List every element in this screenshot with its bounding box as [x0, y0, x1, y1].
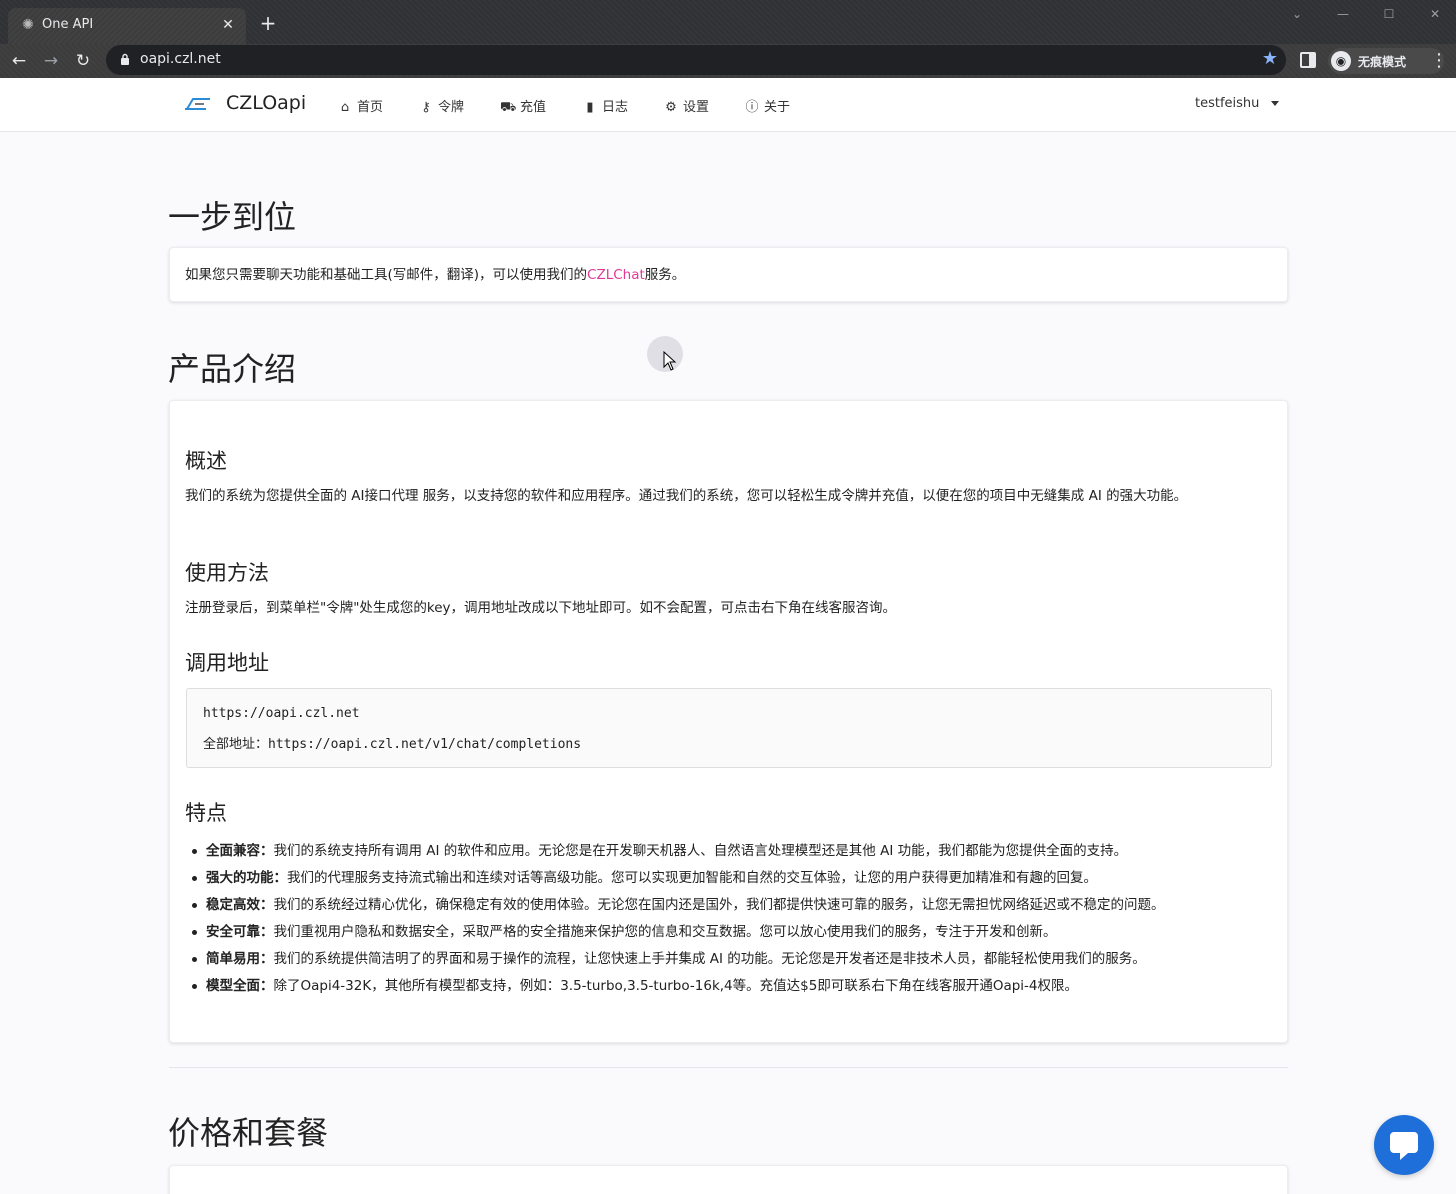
nav-settings[interactable]: ⚙ 设置	[663, 96, 709, 115]
incognito-indicator[interactable]: ◉ 无痕模式	[1328, 48, 1444, 74]
czlchat-link[interactable]: CZLChat	[587, 267, 645, 283]
nav-home[interactable]: ⌂ 首页	[337, 96, 383, 115]
address-code-block: https://oapi.czl.net 全部地址：https://oapi.c…	[186, 688, 1272, 768]
intro-card: 概述 我们的系统为您提供全面的 AI接口代理 服务，以支持您的软件和应用程序。通…	[169, 400, 1288, 1043]
feature-item: 安全可靠：我们重视用户隐私和数据安全，采取严格的安全措施来保护您的信息和交互数据…	[192, 919, 1272, 946]
live-chat-button[interactable]	[1374, 1115, 1434, 1175]
quick-text: 如果您只需要聊天功能和基础工具(写邮件，翻译)，可以使用我们的CZLChat服务…	[185, 267, 686, 283]
nav-topup[interactable]: ⛟ 充值	[500, 96, 546, 117]
nav-tokens[interactable]: ⚷ 令牌	[418, 96, 464, 115]
site-navbar: CZLOapi ⌂ 首页 ⚷ 令牌 ⛟ 充值 ▮ 日志 ⚙ 设置 ⓘ 关于 testfeis…	[0, 78, 1456, 132]
new-tab-button[interactable]: +	[256, 12, 280, 36]
quick-card: 如果您只需要聊天功能和基础工具(写邮件，翻译)，可以使用我们的CZLChat服务…	[169, 247, 1288, 302]
nav-about[interactable]: ⓘ 关于	[744, 96, 790, 115]
browser-toolbar: ← → ↻ oapi.czl.net ★ ◉ 无痕模式 ⋮	[0, 44, 1456, 78]
address-line-full: 全部地址：https://oapi.czl.net/v1/chat/comple…	[203, 737, 582, 752]
book-icon: ▮	[586, 100, 594, 115]
browser-chrome: ✺ One API ✕ + ⌄ — ☐ ✕ ← → ↻ oapi.czl.net…	[0, 0, 1456, 78]
side-panel-icon[interactable]	[1300, 52, 1316, 68]
overview-text: 我们的系统为您提供全面的 AI接口代理 服务，以支持您的软件和应用程序。通过我们…	[185, 488, 1188, 504]
forward-button[interactable]: →	[38, 48, 64, 74]
features-list: 全面兼容：我们的系统支持所有调用 AI 的软件和应用。无论您是在开发聊天机器人、…	[192, 838, 1272, 1000]
feature-item: 全面兼容：我们的系统支持所有调用 AI 的软件和应用。无论您是在开发聊天机器人、…	[192, 838, 1272, 865]
home-icon: ⌂	[340, 100, 350, 115]
section-divider	[169, 1067, 1288, 1068]
overview-title: 概述	[185, 449, 227, 473]
pricing-card	[169, 1165, 1288, 1194]
feature-item: 简单易用：我们的系统提供简洁明了的界面和易于操作的流程，让您快速上手并集成 AI…	[192, 946, 1272, 973]
usage-title: 使用方法	[185, 561, 269, 585]
address-bar[interactable]: oapi.czl.net ★	[106, 45, 1286, 75]
tab-title: One API	[42, 17, 94, 32]
tab-close-icon[interactable]: ✕	[218, 15, 238, 35]
section-title-pricing: 价格和套餐	[168, 1114, 329, 1152]
chat-bubble-icon	[1390, 1132, 1418, 1160]
cart-icon: ⛟	[500, 100, 517, 115]
minimize-button[interactable]: —	[1328, 4, 1358, 24]
mouse-cursor-icon	[663, 351, 677, 371]
reload-button[interactable]: ↻	[70, 48, 96, 74]
browser-tab[interactable]: ✺ One API ✕	[8, 8, 246, 44]
info-icon: ⓘ	[745, 100, 759, 115]
usage-text: 注册登录后，到菜单栏"令牌"处生成您的key，调用地址改成以下地址即可。如不会配…	[185, 600, 897, 616]
caret-down-icon	[1271, 101, 1280, 106]
back-button[interactable]: ←	[6, 48, 32, 74]
czl-logo-icon[interactable]	[184, 96, 212, 112]
lock-icon	[121, 53, 129, 65]
feature-item: 模型全面：除了Oapi4-32K，其他所有模型都支持，例如：3.5-turbo,…	[192, 973, 1272, 1000]
feature-item: 强大的功能：我们的代理服务支持流式输出和连续对话等高级功能。您可以实现更加智能和…	[192, 865, 1272, 892]
nav-logs[interactable]: ▮ 日志	[582, 96, 628, 115]
key-icon: ⚷	[421, 100, 431, 115]
section-title-intro: 产品介绍	[168, 350, 297, 388]
url-text: oapi.czl.net	[140, 51, 221, 67]
maximize-button[interactable]: ☐	[1374, 4, 1404, 24]
incognito-icon: ◉	[1331, 51, 1351, 71]
tab-search-icon[interactable]: ⌄	[1282, 4, 1312, 24]
close-window-button[interactable]: ✕	[1420, 4, 1450, 24]
openai-favicon-icon: ✺	[22, 17, 34, 33]
section-title-quick: 一步到位	[168, 198, 297, 236]
browser-menu-icon[interactable]: ⋮	[1430, 48, 1448, 74]
features-title: 特点	[185, 801, 227, 825]
incognito-label: 无痕模式	[1358, 55, 1407, 69]
bookmark-star-icon[interactable]: ★	[1262, 48, 1278, 69]
gear-icon: ⚙	[665, 100, 677, 115]
site-brand[interactable]: CZLOapi	[226, 92, 306, 114]
address-title: 调用地址	[185, 651, 269, 675]
feature-item: 稳定高效：我们的系统经过精心优化，确保稳定有效的使用体验。无论您在国内还是国外，…	[192, 892, 1272, 919]
tab-strip: ✺ One API ✕ + ⌄ — ☐ ✕	[0, 0, 1456, 44]
address-line-base: https://oapi.czl.net	[203, 706, 360, 721]
user-dropdown[interactable]: testfeishu	[1195, 96, 1280, 111]
